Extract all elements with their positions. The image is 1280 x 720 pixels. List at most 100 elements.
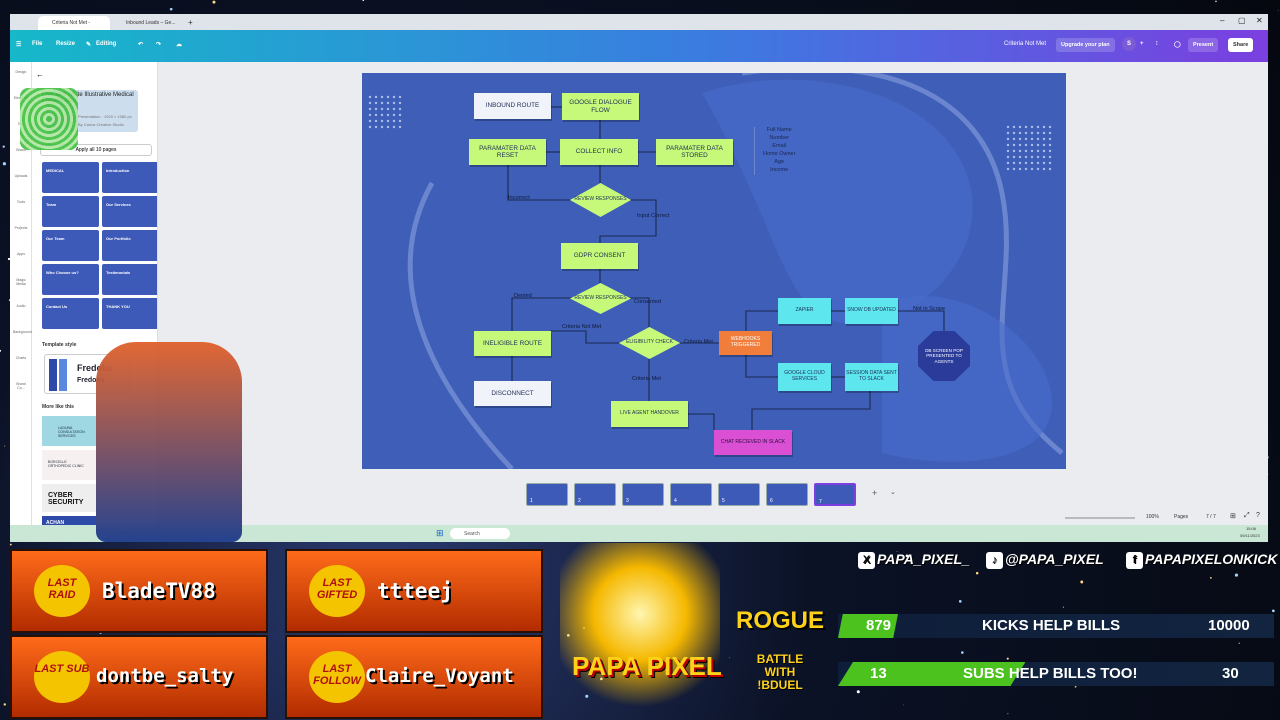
page-thumbnail[interactable]: 4 — [670, 483, 712, 506]
close-icon[interactable]: ✕ — [1256, 16, 1263, 25]
label-criteria-met-right: Criteria Met — [684, 339, 713, 345]
rail-item[interactable]: Background — [13, 330, 32, 334]
node-gdpr-consent[interactable]: GDPR CONSENT — [561, 243, 638, 269]
tab-docs[interactable]: Inbound Leads – Ge... — [112, 16, 184, 30]
field-item: Age — [774, 158, 785, 165]
pages-button[interactable]: Pages — [1174, 514, 1188, 520]
template-page-thumb[interactable]: Our Services — [102, 196, 157, 227]
node-inbound-route[interactable]: INBOUND ROUTE — [474, 93, 551, 119]
present-button[interactable]: Present — [1188, 38, 1219, 52]
template-page-thumb[interactable]: Team — [42, 196, 99, 227]
label-criteria-not-met: Criteria Not Met — [562, 324, 602, 330]
grid-view-icon[interactable]: ⊞ — [1230, 512, 1236, 520]
page-thumbnail[interactable]: 1 — [526, 483, 568, 506]
field-item: Home Owner — [763, 150, 796, 157]
rail-item[interactable]: Tools — [13, 200, 29, 204]
chevron-down-icon[interactable]: ⌄ — [890, 488, 896, 496]
node-review-responses-1[interactable]: REVIEW RESPONSES — [570, 183, 631, 217]
label-not-in-scope: Not in Scope — [913, 306, 946, 312]
cloud-save-icon[interactable]: ☁ — [176, 41, 182, 48]
more-template-1[interactable]: LAGUNA CONSULTATION SERVICES — [42, 416, 96, 446]
maximize-icon[interactable]: ▢ — [1238, 16, 1246, 25]
add-collaborator-icon[interactable]: + — [1140, 41, 1144, 47]
redo-icon[interactable]: ↷ — [156, 41, 161, 48]
rail-item[interactable]: Magic Media — [13, 278, 29, 286]
document-title[interactable]: Criteria Not Met — [1004, 41, 1046, 47]
upgrade-button[interactable]: Upgrade your plan — [1056, 38, 1115, 52]
rail-item[interactable]: Design — [13, 70, 29, 74]
node-collect-info[interactable]: COLLECT INFO — [560, 139, 638, 165]
slide-decor — [368, 73, 1064, 469]
node-disconnect[interactable]: DISCONNECT — [474, 381, 551, 406]
brand-name: PAPA PIXEL — [572, 651, 722, 681]
last-follow-badge: LAST FOLLOW Claire_Voyant — [285, 635, 543, 719]
field-item: Number — [769, 134, 789, 141]
rail-item[interactable]: Charts — [13, 356, 29, 360]
social-facebook[interactable]: f PAPAPIXELONKICK — [1126, 551, 1278, 569]
node-google-cloud-services[interactable]: GOOGLE CLOUD SERVICES — [778, 363, 831, 391]
analytics-icon[interactable]: ⫶ — [1156, 41, 1158, 48]
template-page-thumb[interactable]: Introduction — [102, 162, 157, 193]
facebook-icon: f — [1126, 551, 1143, 569]
zoom-slider[interactable] — [1065, 517, 1135, 519]
node-review-responses-2[interactable]: REVIEW RESPONSES — [570, 283, 631, 314]
node-session-data-slack[interactable]: SESSION DATA SENT TO SLACK — [845, 363, 898, 391]
windows-start-icon[interactable]: ⊞ — [436, 528, 444, 539]
template-page-thumb[interactable]: Contact Us — [42, 298, 99, 329]
template-page-thumb[interactable]: Our Team — [42, 230, 99, 261]
more-template-3[interactable]: CYBER SECURITY — [42, 484, 96, 512]
comment-icon[interactable]: ◯ — [1174, 41, 1181, 48]
node-chat-received-slack[interactable]: CHAT RECIEVED IN SLACK — [714, 430, 792, 455]
subs-current: 13 — [870, 665, 887, 682]
zoom-level[interactable]: 100% — [1146, 514, 1159, 520]
node-zapier[interactable]: ZAPIER — [778, 298, 831, 324]
more-template-2[interactable]: BORCELLE ORTHOPEDIC CLINIC — [42, 450, 96, 480]
rail-item[interactable]: Brand Co... — [13, 382, 29, 390]
node-webhooks-triggered[interactable]: WEBHOOKS TRIGGERED — [719, 331, 772, 355]
rail-item[interactable]: Projects — [13, 226, 29, 230]
label-consented: Consented — [634, 299, 662, 305]
template-page-thumb[interactable]: MEDICAL — [42, 162, 99, 193]
node-eligibility-check[interactable]: ELIGIBILITY CHECK — [619, 327, 680, 359]
fullscreen-icon[interactable]: ⤢ — [1244, 512, 1250, 520]
page-count: 7 / 7 — [1206, 514, 1216, 520]
node-snow-db-updated[interactable]: SNOW DB UPDATED — [845, 298, 898, 324]
rail-item[interactable]: Apps — [13, 252, 29, 256]
template-page-thumb[interactable]: Who Choose us? — [42, 264, 99, 295]
rail-item[interactable]: Uploads — [13, 174, 29, 178]
flowchart-slide[interactable]: INBOUND ROUTE GOOGLE DIALOGUE FLOW PARAM… — [362, 73, 1066, 469]
webcam-icon-overlay — [20, 88, 78, 150]
file-menu[interactable]: File — [32, 41, 42, 47]
share-button[interactable]: Share — [1228, 38, 1254, 52]
subs-target: 30 — [1222, 665, 1239, 682]
new-tab-button[interactable]: + — [188, 16, 198, 30]
taskbar-search[interactable]: Search — [450, 528, 510, 539]
node-parameter-data-reset[interactable]: PARAMATER DATA RESET — [469, 139, 546, 165]
node-live-agent-handover[interactable]: LIVE AGENT HANDOVER — [611, 401, 688, 427]
template-page-thumb[interactable]: Our Portfolio — [102, 230, 157, 261]
back-icon[interactable]: ← — [36, 70, 44, 79]
page-thumbnail[interactable]: 2 — [574, 483, 616, 506]
avatar[interactable]: S — [1122, 37, 1136, 51]
editing-dropdown[interactable]: Editing — [96, 41, 116, 47]
menu-icon[interactable]: ☰ — [16, 41, 21, 48]
rail-item[interactable]: Audio — [13, 304, 29, 308]
page-thumbnail[interactable]: 6 — [766, 483, 808, 506]
social-x[interactable]: X PAPA_PIXEL_ — [858, 551, 970, 569]
taskbar-date: 09/11/2023 — [1240, 533, 1260, 538]
page-thumbnail[interactable]: 5 — [718, 483, 760, 506]
undo-icon[interactable]: ↶ — [138, 41, 143, 48]
resize-button[interactable]: Resize — [56, 41, 75, 47]
minimize-icon[interactable]: – — [1220, 16, 1224, 25]
node-ineligible-route[interactable]: INELIGIBLE ROUTE — [474, 331, 551, 356]
page-thumbnail[interactable]: 7 — [814, 483, 856, 506]
social-tiktok[interactable]: ♪ @PAPA_PIXEL — [986, 551, 1104, 569]
template-page-thumb[interactable]: Testimonials — [102, 264, 157, 295]
template-page-thumb[interactable]: THANK YOU — [102, 298, 157, 329]
page-thumbnail[interactable]: 3 — [622, 483, 664, 506]
tab-canva[interactable]: Criteria Not Met - — [38, 16, 110, 30]
add-page-button[interactable]: + — [872, 488, 877, 498]
help-icon[interactable]: ? — [1256, 512, 1260, 519]
node-google-dialogue-flow[interactable]: GOOGLE DIALOGUE FLOW — [562, 93, 639, 120]
node-parameter-data-stored[interactable]: PARAMATER DATA STORED — [656, 139, 733, 165]
